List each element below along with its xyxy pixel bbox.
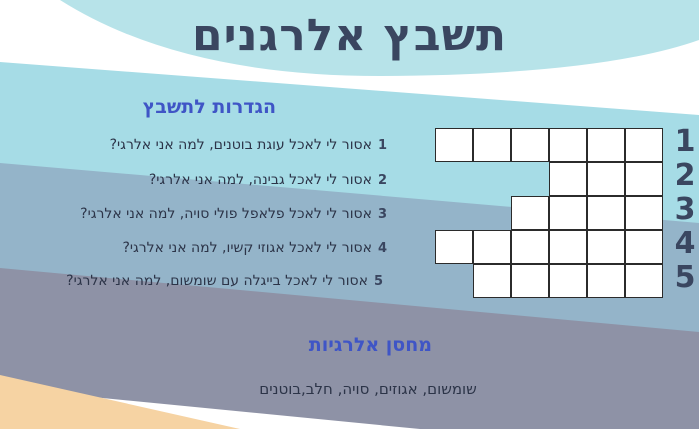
clue-item: 2 אסור לי לאכל גבינה, למה אני אלרגי?	[149, 172, 387, 188]
crossword-cell[interactable]	[511, 196, 549, 230]
allergen-bank-heading: מחסן אלרגיות	[308, 334, 432, 356]
allergen-bank-words: שומשום, אגוזים, סויה, חלב,בוטנים	[259, 380, 477, 398]
clue-text: אסור לי לאכל פלאפל פולי סויה, למה אני אל…	[80, 206, 372, 222]
crossword-cell[interactable]	[587, 162, 625, 196]
crossword-cell[interactable]	[587, 230, 625, 264]
grid-row-number: 2	[674, 158, 696, 193]
clue-text: אסור לי לאכל עוגת בוטנים, למה אני אלרגי?	[109, 137, 372, 153]
crossword-cell[interactable]	[549, 230, 587, 264]
clue-number: 1	[377, 138, 387, 153]
crossword-cell[interactable]	[587, 264, 625, 298]
crossword-cell[interactable]	[473, 230, 511, 264]
clue-item: 4 אסור לי לאכל אגוזי קשיו, למה אני אלרגי?	[122, 240, 387, 256]
page-title: תשבץ אלרגנים	[192, 10, 507, 61]
clue-item: 3 אסור לי לאכל פלאפל פולי סויה, למה אני א…	[80, 206, 387, 222]
clue-item: 5 אסור לי לאכל בייגלה עם שומשום, למה אני …	[66, 273, 383, 289]
crossword-cell[interactable]	[511, 230, 549, 264]
crossword-cell[interactable]	[625, 230, 663, 264]
clue-number: 2	[377, 173, 387, 188]
grid-row-number: 5	[674, 260, 696, 295]
grid-row-number: 4	[674, 226, 696, 261]
crossword-cell[interactable]	[511, 128, 549, 162]
clue-number: 3	[377, 207, 387, 222]
crossword-cell[interactable]	[549, 264, 587, 298]
crossword-cell[interactable]	[625, 264, 663, 298]
crossword-cell[interactable]	[625, 162, 663, 196]
clue-number: 4	[377, 241, 387, 256]
crossword-cell[interactable]	[511, 264, 549, 298]
clue-item: 1 אסור לי לאכל עוגת בוטנים, למה אני אלרגי…	[110, 137, 387, 153]
crossword-cell[interactable]	[587, 196, 625, 230]
crossword-cell[interactable]	[549, 162, 587, 196]
crossword-cell[interactable]	[625, 128, 663, 162]
crossword-cell[interactable]	[587, 128, 625, 162]
grid-row-number: 3	[674, 192, 696, 227]
clue-text: אסור לי לאכל אגוזי קשיו, למה אני אלרגי?	[122, 240, 372, 256]
crossword-cell[interactable]	[473, 128, 511, 162]
crossword-cell[interactable]	[435, 128, 473, 162]
crossword-cell[interactable]	[435, 230, 473, 264]
crossword-cell[interactable]	[549, 196, 587, 230]
clue-text: אסור לי לאכל גבינה, למה אני אלרגי?	[148, 172, 372, 188]
clue-number: 5	[373, 274, 383, 289]
clues-heading: הגדרות לתשבץ	[142, 96, 276, 118]
clue-text: אסור לי לאכל בייגלה עם שומשום, למה אני א…	[66, 273, 368, 289]
grid-row-number: 1	[674, 124, 696, 159]
crossword-cell[interactable]	[473, 264, 511, 298]
crossword-cell[interactable]	[625, 196, 663, 230]
crossword-cell[interactable]	[549, 128, 587, 162]
